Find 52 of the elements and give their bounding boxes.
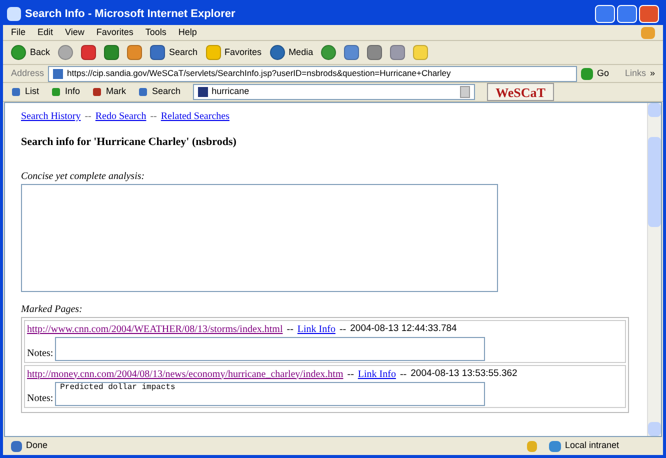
scrollbar[interactable]: [647, 103, 661, 436]
notes-label: Notes:: [27, 392, 54, 406]
address-label: Address: [11, 66, 44, 80]
separator-text: --: [347, 368, 354, 382]
menu-item[interactable]: Favorites: [96, 26, 134, 40]
favorites-button[interactable]: Favorites: [206, 45, 262, 60]
timestamp-text: 2004-08-13 12:44:33.784: [350, 322, 457, 336]
chevron-text[interactable]: »: [650, 66, 655, 80]
address-field[interactable]: https://cip.sandia.gov/WeSCaT/servlets/SearchInfo.jsp?userID=nsbrods&question=Hurricane+Charley: [48, 66, 577, 82]
separator-text: --: [339, 322, 346, 336]
mark-toolbar-button[interactable]: Mark: [92, 85, 126, 99]
menu-item[interactable]: Help: [178, 26, 197, 40]
status-text: Done: [26, 439, 48, 452]
notes-label: Notes:: [27, 346, 54, 360]
nav-link[interactable]: Redo Search: [95, 109, 146, 124]
nav-link[interactable]: Related Searches: [160, 109, 230, 124]
separator-text: --: [84, 110, 92, 124]
search-toolbar-button[interactable]: Search: [138, 85, 181, 99]
links-label[interactable]: Links: [624, 66, 646, 80]
separator-text: --: [286, 322, 294, 336]
info-toolbar-button[interactable]: Info: [51, 85, 80, 99]
back-button[interactable]: Back: [11, 45, 50, 60]
page-heading: Search info for 'Hurricane Charley' (nsbrods): [21, 135, 238, 150]
zone-text: Local intranet: [565, 439, 620, 452]
page-link[interactable]: http://www.cnn.com/2004/WEATHER/08/13/storms/index.html: [27, 322, 283, 336]
analysis-field[interactable]: [21, 184, 498, 292]
link-info-link[interactable]: Link Info: [297, 322, 336, 336]
marked-label: Marked Pages:: [21, 302, 84, 316]
separator-text: --: [150, 110, 157, 124]
media-button[interactable]: Media: [270, 45, 314, 60]
go-button[interactable]: Go: [580, 66, 609, 80]
notes-field[interactable]: [55, 336, 486, 360]
close-button[interactable]: [639, 5, 659, 23]
logo-button[interactable]: WeSCaT: [486, 83, 554, 101]
timestamp-text: 2004-08-13 13:53:55.362: [410, 366, 518, 380]
maximize-button[interactable]: [617, 5, 637, 23]
menu-item[interactable]: Tools: [145, 26, 166, 40]
search-button[interactable]: Search: [150, 45, 198, 60]
menu-item[interactable]: View: [65, 26, 84, 40]
nav-link[interactable]: Search History: [21, 109, 81, 124]
separator-text: --: [400, 368, 407, 382]
list-toolbar-button[interactable]: List: [11, 85, 40, 99]
scroll-thumb[interactable]: [648, 137, 661, 227]
minimize-button[interactable]: [595, 5, 615, 23]
window-title: Search Info - Microsoft Internet Explorer: [25, 6, 236, 22]
link-info-link[interactable]: Link Info: [358, 366, 396, 382]
notes-field[interactable]: Predicted dollar impacts: [55, 382, 486, 406]
page-link[interactable]: http://money.cnn.com/2004/08/13/news/economy/hurricane_charley/index.htm: [27, 366, 344, 382]
menu-item[interactable]: Edit: [38, 26, 54, 40]
menu-item[interactable]: File: [11, 26, 26, 40]
analysis-label: Concise yet complete analysis:: [21, 170, 146, 184]
search-field[interactable]: hurricane: [192, 84, 475, 100]
